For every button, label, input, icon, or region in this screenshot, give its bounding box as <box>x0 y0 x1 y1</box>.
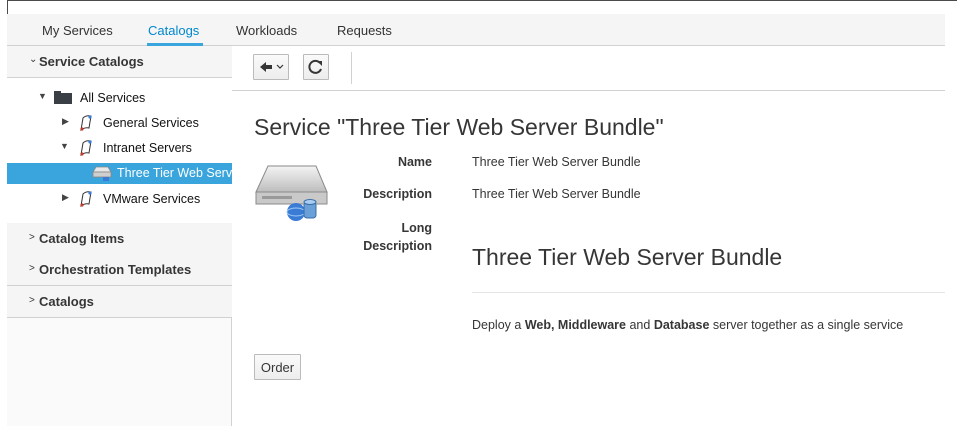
tree-node-label: General Services <box>103 116 199 130</box>
tree-node-label: All Services <box>80 91 146 105</box>
catalog-icon <box>80 191 92 208</box>
body-text: Deploy a <box>472 318 525 332</box>
body-bold-text: Database <box>653 318 710 332</box>
caret-down-icon[interactable]: ▼ <box>60 141 69 151</box>
top-nav: My Services Catalogs Workloads Requests <box>7 14 945 46</box>
accordion-label: Service Catalogs <box>39 54 144 69</box>
accordion-catalogs[interactable]: > Catalogs <box>7 286 232 318</box>
description-value: Three Tier Web Server Bundle <box>472 187 641 201</box>
accordion-label: Orchestration Templates <box>39 262 192 277</box>
accordion-label: Catalogs <box>39 294 94 309</box>
accordion-orchestration-templates[interactable]: > Orchestration Templates <box>7 254 232 286</box>
back-button[interactable] <box>253 54 289 80</box>
chevron-down-icon: ⌄ <box>29 54 38 65</box>
description-label: Description <box>363 187 432 201</box>
server-icon <box>92 166 112 181</box>
catalog-icon <box>80 115 92 132</box>
page-title: Service "Three Tier Web Server Bundle" <box>254 114 664 140</box>
body-bold-text: Web, Middleware <box>524 318 626 332</box>
tab-workloads[interactable]: Workloads <box>236 23 297 38</box>
folder-icon <box>54 91 72 104</box>
accordion-label: Catalog Items <box>39 231 125 246</box>
refresh-button[interactable] <box>303 54 329 80</box>
tree-node-label: Three Tier Web Serve <box>117 166 232 180</box>
accordion-service-catalogs[interactable]: ⌄ Service Catalogs <box>7 46 232 78</box>
long-description-label-line2: Description <box>363 239 432 253</box>
chevron-right-icon: > <box>29 232 35 243</box>
tree-node-label: Intranet Servers <box>103 141 192 155</box>
tab-catalogs[interactable]: Catalogs <box>148 23 199 38</box>
tree-node-intranet-servers[interactable]: ▼ Intranet Servers <box>7 138 232 158</box>
tree-node-all-services[interactable]: ▼ All Services <box>7 88 232 108</box>
tree-node-label: VMware Services <box>103 192 201 206</box>
tab-my-services[interactable]: My Services <box>42 23 113 38</box>
sidebar: ⌄ Service Catalogs ▼ All Services ▶ Gene… <box>7 46 232 426</box>
catalog-icon <box>80 140 92 157</box>
tree-node-general-services[interactable]: ▶ General Services <box>7 113 232 133</box>
body-text: server together as a single service <box>709 318 904 332</box>
long-description-heading: Three Tier Web Server Bundle <box>472 244 783 270</box>
long-description-body: Deploy a Web, Middleware and Database se… <box>472 318 903 332</box>
chevron-right-icon: > <box>29 263 35 274</box>
accordion-catalog-items[interactable]: > Catalog Items <box>7 223 232 255</box>
name-label: Name <box>397 155 432 169</box>
back-arrow-icon <box>260 62 284 72</box>
chevron-right-icon: > <box>29 295 35 306</box>
toolbar <box>232 46 945 91</box>
caret-right-icon[interactable]: ▶ <box>62 116 69 127</box>
order-button[interactable]: Order <box>254 354 301 380</box>
tree-node-vmware-services[interactable]: ▶ VMware Services <box>7 189 232 209</box>
tree-node-three-tier-web-server[interactable]: Three Tier Web Serve <box>7 163 232 184</box>
service-catalog-tree: ▼ All Services ▶ General Services ▼ Intr… <box>7 78 232 230</box>
tab-requests[interactable]: Requests <box>337 23 392 38</box>
caret-down-icon[interactable]: ▼ <box>38 91 47 101</box>
body-text: and <box>626 318 654 332</box>
refresh-icon <box>308 59 322 74</box>
divider <box>472 292 945 293</box>
caret-right-icon[interactable]: ▶ <box>62 192 69 203</box>
toolbar-divider <box>351 52 352 84</box>
name-value: Three Tier Web Server Bundle <box>472 155 641 169</box>
long-description-label-line1: Long <box>401 221 432 235</box>
